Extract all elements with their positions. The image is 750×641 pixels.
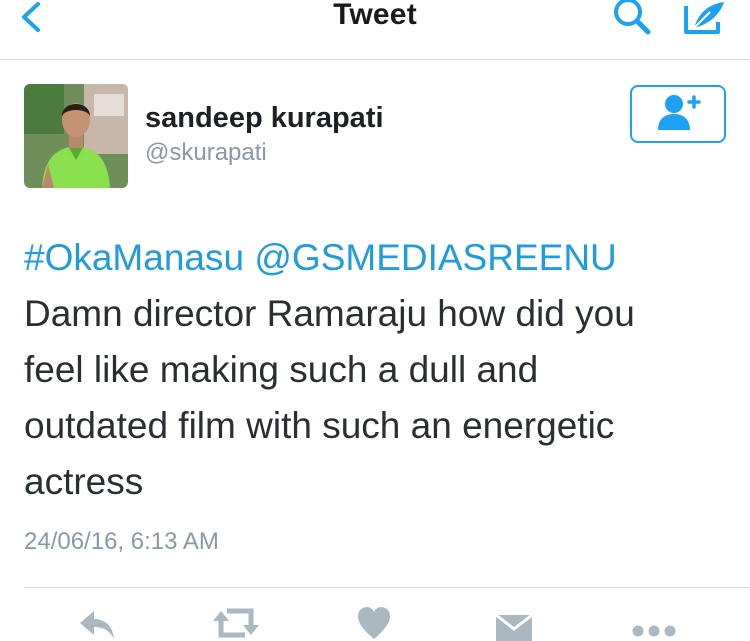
follow-button[interactable] <box>630 85 726 143</box>
mention-link[interactable]: @GSMEDIASREENU <box>254 237 616 278</box>
tweet-timestamp: 24/06/16, 6:13 AM <box>24 528 219 555</box>
tweet-actions <box>0 605 750 641</box>
retweet-icon[interactable] <box>211 605 261 641</box>
tweet-text-line: outdated film with such an energetic <box>24 405 615 446</box>
more-icon[interactable] <box>630 605 678 641</box>
divider <box>24 587 750 588</box>
tweet-text-line: actress <box>24 461 144 502</box>
compose-icon[interactable] <box>680 0 730 40</box>
hashtag-link[interactable]: #OkaManasu <box>24 237 244 278</box>
tweet-text-line: feel like making such a dull and <box>24 349 539 390</box>
search-icon[interactable] <box>608 0 658 40</box>
user-name[interactable]: sandeep kurapati <box>145 102 384 135</box>
message-icon[interactable] <box>494 605 534 641</box>
like-icon[interactable] <box>356 605 392 641</box>
tweet-text: #OkaManasu @GSMEDIASREENU Damn director … <box>24 230 724 510</box>
user-handle: @skurapati <box>145 139 267 166</box>
reply-icon[interactable] <box>76 605 116 641</box>
tweet-text-line: Damn director Ramaraju how did you <box>24 293 635 334</box>
avatar[interactable] <box>24 84 128 188</box>
add-user-icon <box>654 92 702 137</box>
navigation-bar: Tweet <box>0 0 750 60</box>
